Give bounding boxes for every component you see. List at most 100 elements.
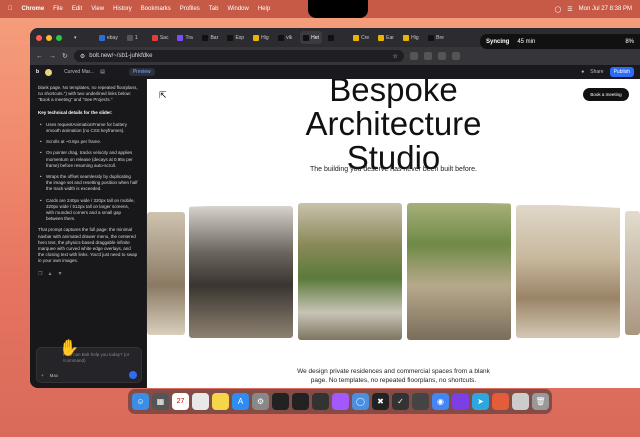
site-preview: ⇱ Book a meeting Bespoke Architecture St… bbox=[147, 79, 640, 388]
browser-tab[interactable]: vlk bbox=[275, 31, 297, 44]
wifi-icon[interactable]: ◯ bbox=[555, 6, 562, 13]
tab-favicon-icon bbox=[428, 34, 435, 41]
chat-toolbar: + Max bbox=[41, 373, 58, 379]
safari-icon[interactable]: ◯ bbox=[352, 393, 369, 410]
github-icon[interactable]: ● bbox=[581, 69, 584, 75]
app-icon[interactable] bbox=[272, 393, 289, 410]
menu-app-name[interactable]: Chrome bbox=[22, 6, 45, 12]
url-input[interactable]: ⚙ bolt.new/~/sb1-juhkfdke ☆ bbox=[73, 50, 404, 62]
browser-tab[interactable]: 1 bbox=[124, 31, 146, 44]
app-icon[interactable] bbox=[292, 393, 309, 410]
calendar-icon[interactable]: 27 bbox=[172, 393, 189, 410]
telegram-icon[interactable]: ➤ bbox=[472, 393, 489, 410]
avatar[interactable] bbox=[45, 68, 53, 76]
notes-icon[interactable] bbox=[212, 393, 229, 410]
control-center-icon[interactable]: ☰ bbox=[567, 6, 572, 13]
menu-window[interactable]: Window bbox=[227, 6, 248, 12]
reminders-icon[interactable] bbox=[192, 393, 209, 410]
tab-favicon-icon bbox=[378, 34, 385, 41]
menu-profiles[interactable]: Profiles bbox=[180, 6, 200, 12]
tab-favicon-icon bbox=[303, 34, 310, 41]
menu-history[interactable]: History bbox=[113, 6, 132, 12]
tab-label: Hig bbox=[261, 34, 269, 41]
capcut-icon[interactable]: ✖ bbox=[372, 393, 389, 410]
menu-view[interactable]: View bbox=[91, 6, 104, 12]
app-icon[interactable] bbox=[412, 393, 429, 410]
browser-tab[interactable]: Ear bbox=[375, 31, 397, 44]
list-item: Scrolls at ~0.8px per frame. bbox=[38, 139, 138, 145]
bolt-app-bar: b Curved Mar... ▤ Preview ● Share Publis… bbox=[30, 65, 640, 79]
site-info-icon[interactable]: ⚙ bbox=[80, 53, 85, 60]
chat-input[interactable]: How can Bolt help you today? (or /comman… bbox=[36, 340, 142, 383]
extension-icon[interactable] bbox=[423, 52, 432, 60]
tab-favicon-icon bbox=[227, 34, 234, 41]
app-store-icon[interactable]: A bbox=[232, 393, 249, 410]
menu-help[interactable]: Help bbox=[258, 6, 270, 12]
app-icon[interactable] bbox=[492, 393, 509, 410]
system-settings-icon[interactable]: ⚙ bbox=[252, 393, 269, 410]
finder-icon[interactable]: ☺ bbox=[132, 393, 149, 410]
figma-icon[interactable] bbox=[332, 393, 349, 410]
bolt-logo-icon[interactable]: b bbox=[36, 69, 39, 75]
message-actions: ❐ ▲ ▼ bbox=[38, 271, 138, 277]
close-window-button[interactable] bbox=[36, 34, 42, 41]
apple-icon[interactable]:  bbox=[8, 6, 13, 12]
tab-label: Cre bbox=[361, 34, 370, 41]
copy-icon[interactable]: ❐ bbox=[38, 271, 42, 277]
app-icon[interactable] bbox=[312, 393, 329, 410]
browser-tab[interactable]: Het bbox=[300, 31, 323, 44]
browser-tab[interactable] bbox=[325, 31, 347, 44]
tab-list: ebay 1 Sac Tra Bar Exp Hig vlk Het Cre Ear Hig Bre bbox=[96, 31, 447, 44]
browser-tab[interactable]: Exp bbox=[224, 31, 247, 44]
forward-icon[interactable]: → bbox=[49, 53, 56, 60]
thumbs-up-icon[interactable]: ▲ bbox=[47, 271, 52, 277]
tab-favicon-icon bbox=[253, 34, 260, 41]
browser-tab[interactable]: ebay bbox=[96, 31, 121, 44]
menu-file[interactable]: File bbox=[53, 6, 63, 12]
menu-tab[interactable]: Tab bbox=[209, 6, 219, 12]
panel-toggle-icon[interactable]: ▤ bbox=[100, 69, 105, 75]
tab-search-dropdown[interactable]: ▾ bbox=[71, 31, 93, 44]
project-name[interactable]: Curved Mar... bbox=[64, 69, 94, 75]
menu-edit[interactable]: Edit bbox=[72, 6, 82, 12]
send-button[interactable] bbox=[129, 371, 137, 379]
chat-heading: Key technical details for the slider: bbox=[38, 109, 113, 115]
browser-tab[interactable]: Cre bbox=[350, 31, 372, 44]
hero-title-line: Bespoke bbox=[329, 79, 458, 108]
zoom-window-button[interactable] bbox=[56, 34, 62, 41]
publish-button[interactable]: Publish bbox=[609, 67, 634, 77]
minimize-window-button[interactable] bbox=[46, 34, 52, 41]
chrome-icon[interactable]: ◉ bbox=[432, 393, 449, 410]
app-icon[interactable] bbox=[452, 393, 469, 410]
extension-icon[interactable] bbox=[437, 52, 446, 60]
app-icon[interactable]: ✓ bbox=[392, 393, 409, 410]
chat-sidebar[interactable]: blank page. No templates, no repeated fl… bbox=[30, 79, 146, 388]
preview-tab[interactable]: Preview bbox=[128, 68, 155, 76]
list-item: Wraps the offset seamlessly by duplicati… bbox=[38, 174, 138, 193]
description-line: page. No templates, no repeated floorpla… bbox=[310, 377, 477, 384]
browser-tab[interactable]: Tra bbox=[174, 31, 196, 44]
plus-icon[interactable]: + bbox=[41, 373, 44, 379]
downloads-icon[interactable] bbox=[512, 393, 529, 410]
reload-icon[interactable]: ↻ bbox=[62, 52, 68, 60]
browser-tab[interactable]: Sac bbox=[149, 31, 172, 44]
extension-icon[interactable] bbox=[451, 52, 460, 60]
browser-tab[interactable]: Hig bbox=[400, 31, 422, 44]
trash-icon[interactable]: 🗑 bbox=[532, 393, 549, 410]
launchpad-icon[interactable]: ▦ bbox=[152, 393, 169, 410]
menubar-datetime[interactable]: Mon Jul 27 8:38 PM bbox=[579, 6, 632, 12]
list-item: Uses requestAnimationFrame for buttery s… bbox=[38, 122, 138, 134]
browser-tab[interactable]: Hig bbox=[250, 31, 272, 44]
browser-tab[interactable]: Bar bbox=[199, 31, 221, 44]
sync-time: 45 min bbox=[517, 38, 536, 45]
sync-status-pill[interactable]: Syncing 45 min 8% bbox=[480, 34, 640, 49]
bookmark-star-icon[interactable]: ☆ bbox=[392, 53, 397, 60]
menu-bookmarks[interactable]: Bookmarks bbox=[141, 6, 171, 12]
thumbs-down-icon[interactable]: ▼ bbox=[57, 271, 62, 277]
image-marquee[interactable] bbox=[147, 187, 640, 357]
browser-tab[interactable]: Bre bbox=[425, 31, 447, 44]
model-selector[interactable]: Max bbox=[50, 373, 59, 379]
back-icon[interactable]: ← bbox=[36, 53, 43, 60]
extension-icon[interactable] bbox=[409, 52, 418, 60]
share-button[interactable]: Share bbox=[590, 69, 603, 75]
